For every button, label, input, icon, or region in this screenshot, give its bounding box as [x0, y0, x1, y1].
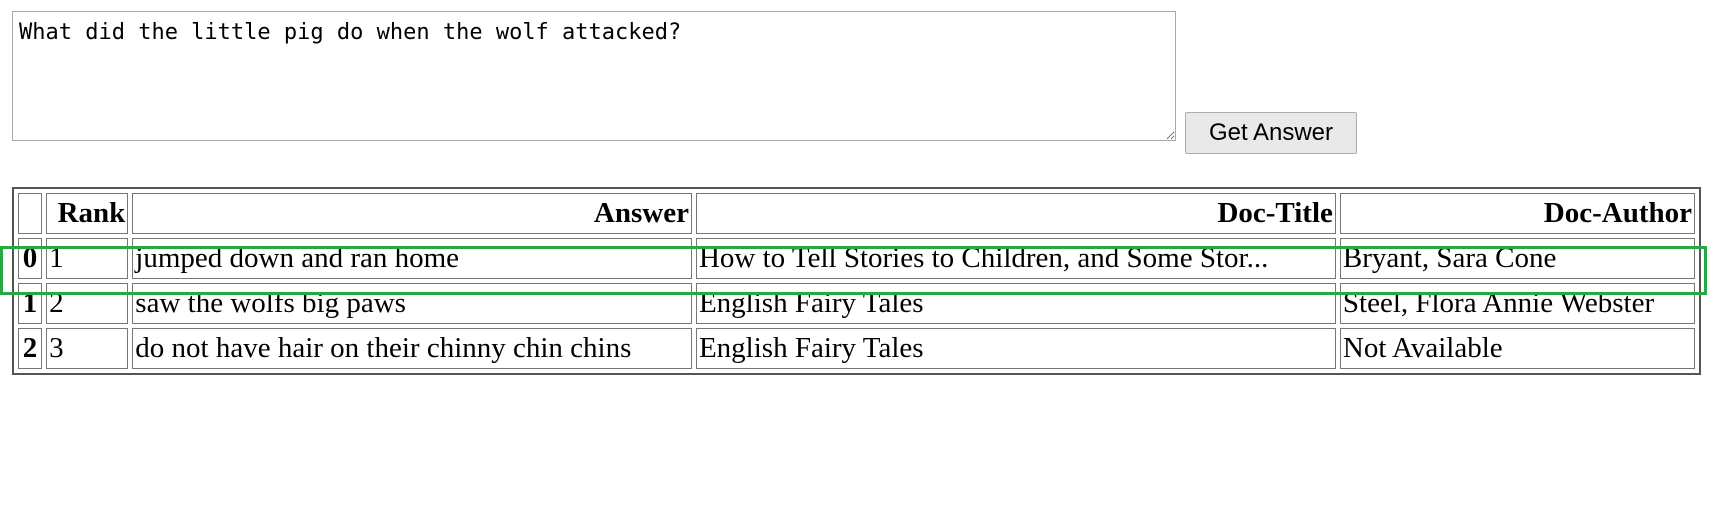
question-input[interactable]: What did the little pig do when the wolf… [12, 11, 1176, 141]
results-table: Rank Answer Doc-Title Doc-Author 0 1 jum… [12, 187, 1701, 375]
table-row: 1 2 saw the wolfs big paws English Fairy… [18, 283, 1695, 324]
header-answer: Answer [132, 193, 692, 234]
doc-title-cell: English Fairy Tales [695, 328, 1336, 369]
answer-cell: saw the wolfs big paws [132, 283, 692, 324]
header-doc-title: Doc-Title [695, 193, 1336, 234]
row-index-cell: 0 [18, 238, 43, 279]
header-index [18, 193, 43, 234]
row-index-cell: 2 [18, 328, 43, 369]
doc-title-cell: How to Tell Stories to Children, and Som… [695, 238, 1336, 279]
table-header-row: Rank Answer Doc-Title Doc-Author [18, 193, 1695, 234]
rank-cell: 2 [46, 283, 129, 324]
row-index-cell: 1 [18, 283, 43, 324]
table-row: 2 3 do not have hair on their chinny chi… [18, 328, 1695, 369]
doc-author-cell: Bryant, Sara Cone [1339, 238, 1695, 279]
answer-cell: do not have hair on their chinny chin ch… [132, 328, 692, 369]
answer-cell: jumped down and ran home [132, 238, 692, 279]
doc-author-cell: Steel, Flora Annie Webster [1339, 283, 1695, 324]
rank-cell: 1 [46, 238, 129, 279]
doc-author-cell: Not Available [1339, 328, 1695, 369]
header-rank: Rank [46, 193, 129, 234]
rank-cell: 3 [46, 328, 129, 369]
header-doc-author: Doc-Author [1339, 193, 1695, 234]
table-row: 0 1 jumped down and ran home How to Tell… [18, 238, 1695, 279]
doc-title-cell: English Fairy Tales [695, 283, 1336, 324]
get-answer-button[interactable]: Get Answer [1185, 112, 1357, 154]
